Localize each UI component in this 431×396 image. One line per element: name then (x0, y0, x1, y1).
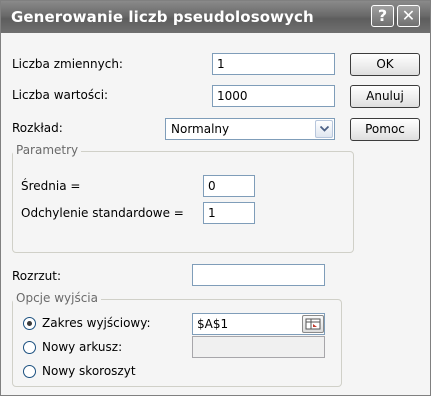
num-values-field[interactable]: 1000 (212, 85, 335, 107)
mean-field[interactable]: 0 (203, 175, 255, 197)
output-range-label: Zakres wyjściowy: (42, 316, 151, 330)
help-button[interactable]: Pomoc (350, 118, 420, 141)
distribution-value: Normalny (171, 122, 230, 136)
close-icon[interactable]: ✕ (397, 5, 420, 27)
stddev-label: Odchylenie standardowe = (21, 206, 184, 220)
title-bar[interactable]: Generowanie liczb pseudolosowych ? ✕ (1, 1, 430, 33)
new-worksheet-radio[interactable] (23, 341, 36, 354)
collapse-dialog-icon[interactable] (302, 315, 324, 333)
output-range-radio[interactable] (23, 317, 36, 330)
distribution-label: Rozkład: (12, 121, 63, 135)
ok-button[interactable]: OK (350, 53, 420, 76)
num-values-label: Liczba wartości: (12, 88, 109, 102)
num-variables-field[interactable]: 1 (212, 53, 335, 75)
new-workbook-label: Nowy skoroszyt (42, 364, 136, 378)
mean-label: Średnia = (21, 179, 81, 193)
distribution-select[interactable]: Normalny (165, 118, 335, 140)
stddev-field[interactable]: 1 (203, 202, 255, 224)
output-options-legend: Opcje wyjścia (13, 291, 101, 305)
new-workbook-radio[interactable] (23, 365, 36, 378)
num-variables-label: Liczba zmiennych: (12, 57, 123, 71)
cancel-button[interactable]: Anuluj (350, 85, 420, 108)
new-worksheet-field[interactable] (192, 336, 325, 358)
new-worksheet-label: Nowy arkusz: (42, 340, 123, 354)
chevron-down-icon[interactable] (315, 120, 333, 138)
parameters-group (12, 151, 354, 253)
seed-label: Rozrzut: (12, 269, 62, 283)
help-icon[interactable]: ? (371, 5, 394, 27)
dialog-title: Generowanie liczb pseudolosowych (11, 8, 314, 26)
seed-field[interactable] (192, 264, 325, 286)
random-number-generation-dialog: Generowanie liczb pseudolosowych ? ✕ Lic… (0, 0, 431, 396)
radio-selected-dot (27, 321, 32, 326)
parameters-legend: Parametry (13, 143, 82, 157)
